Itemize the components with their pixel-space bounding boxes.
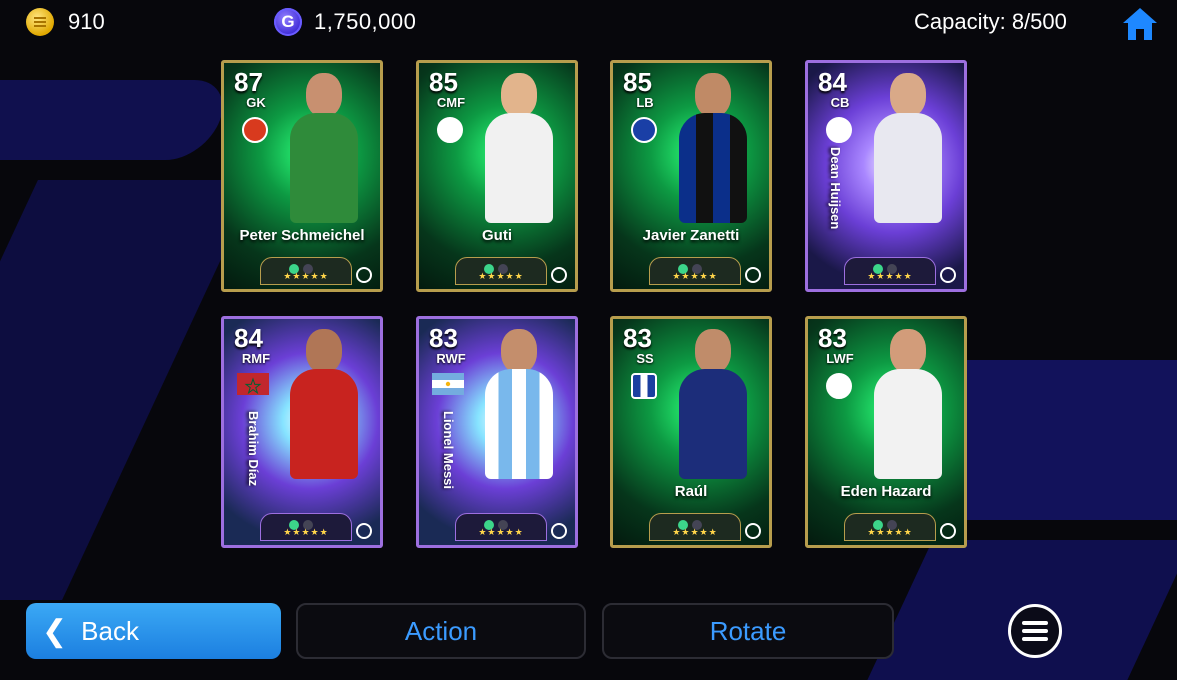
card-stars: ★★★★★: [867, 271, 913, 281]
card-player-name: Javier Zanetti: [642, 227, 740, 244]
coin-balance: 910: [68, 9, 105, 34]
player-card[interactable]: 85 CMF Guti ★★★★★: [416, 60, 578, 292]
card-player-name: Dean Huijsen: [828, 147, 843, 230]
card-rating: 83: [429, 323, 458, 353]
gp-balance: 1,750,000: [314, 9, 417, 34]
card-rating: 84: [234, 323, 263, 353]
club-badge-icon: [242, 117, 268, 143]
card-base: ★★★★★: [844, 513, 936, 541]
card-base: ★★★★★: [844, 257, 936, 285]
capacity-label: Capacity: 8/500: [914, 9, 1067, 34]
card-base: ★★★★★: [260, 513, 352, 541]
card-stars: ★★★★★: [672, 527, 718, 537]
card-player-name: Lionel Messi: [441, 411, 456, 490]
top-bar: 910 G 1,750,000 Capacity: 8/500: [0, 0, 1177, 44]
coin-icon: [26, 8, 54, 36]
card-player-name: Guti: [482, 227, 512, 244]
card-player-name: Eden Hazard: [840, 483, 932, 500]
club-badge-icon: [631, 373, 657, 399]
list-menu-icon[interactable]: [1008, 604, 1062, 658]
efootball-logo-icon: [356, 267, 372, 283]
card-base: ★★★★★: [649, 257, 741, 285]
efootball-logo-icon: [356, 523, 372, 539]
card-stars: ★★★★★: [478, 527, 524, 537]
card-rating: 84: [818, 67, 847, 97]
club-badge-icon: [437, 117, 463, 143]
card-position: RMF: [241, 351, 271, 366]
player-portrait: [868, 329, 948, 479]
home-icon[interactable]: [1120, 4, 1160, 44]
card-position: CMF: [436, 95, 466, 110]
card-position: LWF: [826, 351, 854, 366]
efootball-logo-icon: [551, 267, 567, 283]
player-card[interactable]: 84 RMF Brahim Díaz ★★★★★: [221, 316, 383, 548]
player-card[interactable]: 83 LWF Eden Hazard ★★★★★: [805, 316, 967, 548]
card-player-name: Brahim Díaz: [246, 411, 261, 487]
card-base: ★★★★★: [260, 257, 352, 285]
player-card[interactable]: 85 LB Javier Zanetti ★★★★★: [610, 60, 772, 292]
action-button-label: Action: [404, 615, 478, 646]
card-base: ★★★★★: [455, 513, 547, 541]
player-portrait: [479, 73, 559, 223]
card-rating: 83: [818, 323, 847, 353]
card-base: ★★★★★: [455, 257, 547, 285]
card-player-name: Raúl: [674, 483, 708, 500]
card-position: CB: [830, 95, 850, 110]
argentina-flag-icon: [432, 373, 464, 395]
background-shape: [0, 180, 258, 600]
efootball-logo-icon: [551, 523, 567, 539]
back-button-label: Back: [81, 615, 139, 646]
action-button[interactable]: Action: [296, 603, 586, 659]
player-portrait: [284, 329, 364, 479]
card-rating: 83: [623, 323, 652, 353]
card-base: ★★★★★: [649, 513, 741, 541]
card-rating: 87: [234, 67, 263, 97]
player-portrait: [673, 329, 753, 479]
card-rating: 85: [623, 67, 652, 97]
card-position: LB: [636, 95, 654, 110]
club-badge-icon: [631, 117, 657, 143]
card-stars: ★★★★★: [478, 271, 524, 281]
player-card[interactable]: 83 RWF Lionel Messi ★★★★★: [416, 316, 578, 548]
player-card[interactable]: 87 GK Peter Schmeichel ★★★★★: [221, 60, 383, 292]
background-shape: [0, 80, 235, 160]
rotate-button-label: Rotate: [709, 615, 787, 646]
player-card[interactable]: 83 SS Raúl ★★★★★: [610, 316, 772, 548]
card-position: RWF: [436, 351, 466, 366]
card-stars: ★★★★★: [283, 271, 329, 281]
efootball-logo-icon: [745, 523, 761, 539]
player-portrait: [479, 329, 559, 479]
back-button[interactable]: ❮ Back: [26, 603, 281, 659]
club-badge-icon: [826, 373, 852, 399]
player-portrait: [284, 73, 364, 223]
card-stars: ★★★★★: [672, 271, 718, 281]
club-badge-icon: [826, 117, 852, 143]
card-rating: 85: [429, 67, 458, 97]
card-stars: ★★★★★: [283, 527, 329, 537]
card-position: GK: [246, 95, 266, 110]
card-stars: ★★★★★: [867, 527, 913, 537]
card-player-name: Peter Schmeichel: [239, 227, 365, 244]
rotate-button[interactable]: Rotate: [602, 603, 894, 659]
gp-icon: G: [274, 8, 302, 36]
chevron-left-icon: ❮: [42, 614, 68, 648]
efootball-logo-icon: [940, 267, 956, 283]
card-position: SS: [636, 351, 654, 366]
morocco-flag-icon: [237, 373, 269, 395]
player-card[interactable]: 84 CB Dean Huijsen ★★★★★: [805, 60, 967, 292]
efootball-logo-icon: [745, 267, 761, 283]
player-portrait: [868, 73, 948, 223]
player-portrait: [673, 73, 753, 223]
efootball-logo-icon: [940, 523, 956, 539]
